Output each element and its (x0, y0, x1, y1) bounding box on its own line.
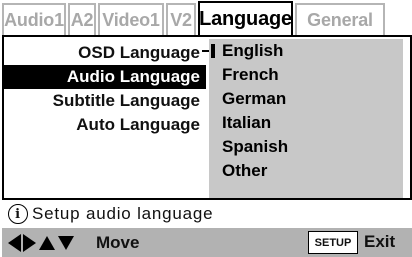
option-english[interactable]: English (209, 39, 403, 63)
language-options-list: English French German Italian Spanish Ot… (209, 39, 403, 199)
option-spanish[interactable]: Spanish (209, 135, 403, 159)
tab-a2[interactable]: A2 (68, 3, 96, 35)
menu-item-auto-language[interactable]: Auto Language (4, 113, 206, 137)
tab-v2[interactable]: V2 (166, 3, 196, 35)
move-label: Move (96, 232, 140, 252)
arrow-keys (8, 233, 88, 253)
setup-button[interactable]: SETUP (308, 231, 358, 254)
option-label: German (222, 89, 287, 108)
exit-label: Exit (364, 232, 396, 251)
option-label: French (222, 65, 279, 84)
option-french[interactable]: French (209, 63, 403, 87)
tab-audio1[interactable]: Audio1 (2, 3, 66, 35)
option-italian[interactable]: Italian (209, 111, 403, 135)
menu-item-osd-language[interactable]: OSD Language (4, 41, 206, 65)
up-arrow-icon (39, 235, 55, 250)
option-label: Italian (222, 113, 272, 132)
tab-general[interactable]: General (295, 3, 385, 35)
help-line: i Setup audio language (2, 198, 412, 228)
option-label: English (222, 41, 284, 60)
tab-bar: Audio1 A2 Video1 V2 Language General (2, 1, 387, 35)
arrow-keys-icon (8, 233, 74, 252)
option-label: Other (222, 161, 268, 180)
option-other[interactable]: Other (209, 159, 403, 183)
bottom-bar: Move SETUP Exit (2, 228, 412, 257)
tab-language[interactable]: Language (198, 1, 293, 35)
tab-video1[interactable]: Video1 (98, 3, 164, 35)
menu-item-subtitle-language[interactable]: Subtitle Language (4, 89, 206, 113)
option-label: Spanish (222, 137, 289, 156)
settings-menu: OSD Language Audio Language Subtitle Lan… (4, 41, 206, 137)
help-text: Setup audio language (32, 204, 214, 223)
info-icon: i (8, 204, 28, 224)
down-arrow-icon (58, 235, 74, 250)
menu-item-audio-language[interactable]: Audio Language (4, 65, 206, 89)
settings-screen: Audio1 A2 Video1 V2 Language General OSD… (0, 0, 412, 257)
current-value-marker (211, 44, 215, 58)
settings-panel: OSD Language Audio Language Subtitle Lan… (2, 35, 412, 199)
left-arrow-icon (8, 233, 21, 252)
right-arrow-icon (23, 233, 36, 252)
option-german[interactable]: German (209, 87, 403, 111)
